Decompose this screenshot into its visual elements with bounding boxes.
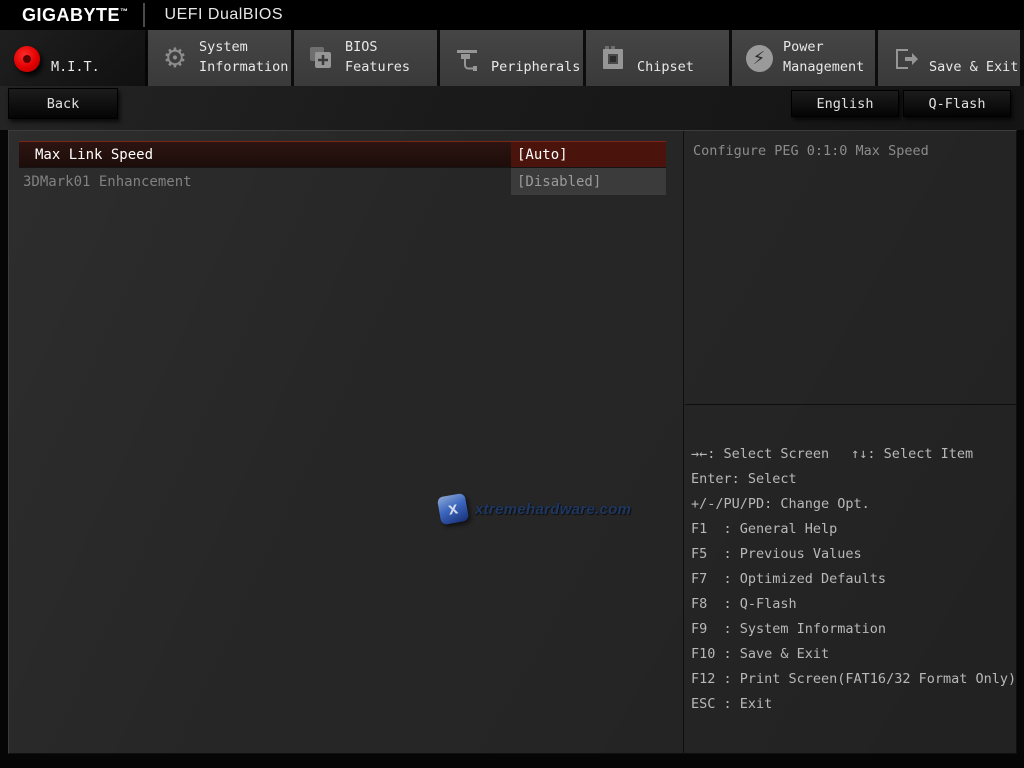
tab-peripherals[interactable]: Peripherals <box>440 30 583 86</box>
select-screen-hint: →←: Select Screen <box>691 442 829 467</box>
tab-power-management[interactable]: ⚡ Power Management <box>732 30 875 86</box>
peripherals-icon <box>452 44 482 74</box>
setting-row-max-link-speed[interactable]: Max Link Speed [Auto] <box>19 141 666 168</box>
tab-label: Peripherals <box>491 58 580 78</box>
main-panel: Max Link Speed [Auto] 3DMark01 Enhanceme… <box>8 130 1017 754</box>
help-pane: Configure PEG 0:1:0 Max Speed →←: Select… <box>685 131 1016 753</box>
qflash-button[interactable]: Q-Flash <box>903 90 1011 117</box>
tab-save-exit[interactable]: Save & Exit <box>878 30 1020 86</box>
language-button[interactable]: English <box>791 90 899 117</box>
gauge-icon <box>12 44 42 74</box>
tab-label: Power Management <box>783 38 864 77</box>
tab-label: Save & Exit <box>929 58 1018 78</box>
tab-label: BIOS Features <box>345 38 410 77</box>
sub-toolbar: Back English Q-Flash <box>0 86 1024 130</box>
key-legend-line: F10 : Save & Exit <box>691 642 1016 667</box>
key-legend-line: F9 : System Information <box>691 617 1016 642</box>
item-help-text: Configure PEG 0:1:0 Max Speed <box>685 131 1016 405</box>
back-button[interactable]: Back <box>8 88 118 119</box>
settings-pane: Max Link Speed [Auto] 3DMark01 Enhanceme… <box>9 131 684 753</box>
tab-mit[interactable]: M.I.T. <box>0 30 145 86</box>
setting-value[interactable]: [Disabled] <box>511 168 666 195</box>
tab-bar: M.I.T. ⚙ System Information BIOS Feature… <box>0 30 1024 86</box>
tab-bios-features[interactable]: BIOS Features <box>294 30 437 86</box>
top-bar: GIGABYTE™ UEFI DualBIOS <box>0 0 1024 30</box>
setting-label: 3DMark01 Enhancement <box>19 168 511 195</box>
tab-label: System Information <box>199 38 288 77</box>
gigabyte-logo: GIGABYTE™ <box>22 5 129 26</box>
exit-door-icon <box>890 44 920 74</box>
setting-row-3dmark01-enhancement[interactable]: 3DMark01 Enhancement [Disabled] <box>19 168 666 195</box>
select-item-hint: ↑↓: Select Item <box>851 442 973 467</box>
tab-system-information[interactable]: ⚙ System Information <box>148 30 291 86</box>
tab-label: M.I.T. <box>51 58 100 78</box>
key-legend-line: F5 : Previous Values <box>691 542 1016 567</box>
trademark: ™ <box>120 7 129 16</box>
key-legend-line: F7 : Optimized Defaults <box>691 567 1016 592</box>
setting-label: Max Link Speed <box>19 142 511 167</box>
key-legend-line: Enter: Select <box>691 467 1016 492</box>
key-legend: →←: Select Screen ↑↓: Select Item Enter:… <box>685 405 1016 717</box>
logo-divider <box>143 3 145 27</box>
tab-label: Chipset <box>637 58 694 78</box>
gear-icon: ⚙ <box>160 43 190 73</box>
key-legend-line: +/-/PU/PD: Change Opt. <box>691 492 1016 517</box>
chipset-icon <box>598 44 628 74</box>
key-legend-line: F12 : Print Screen(FAT16/32 Format Only) <box>691 667 1016 692</box>
key-legend-line: F1 : General Help <box>691 517 1016 542</box>
setting-value[interactable]: [Auto] <box>511 142 666 167</box>
tab-chipset[interactable]: Chipset <box>586 30 729 86</box>
key-legend-line: ESC : Exit <box>691 692 1016 717</box>
bios-chip-icon <box>306 43 336 73</box>
power-bolt-icon: ⚡ <box>744 43 774 73</box>
key-legend-line: →←: Select Screen ↑↓: Select Item <box>691 442 1016 467</box>
firmware-title: UEFI DualBIOS <box>165 6 284 24</box>
key-legend-line: F8 : Q-Flash <box>691 592 1016 617</box>
